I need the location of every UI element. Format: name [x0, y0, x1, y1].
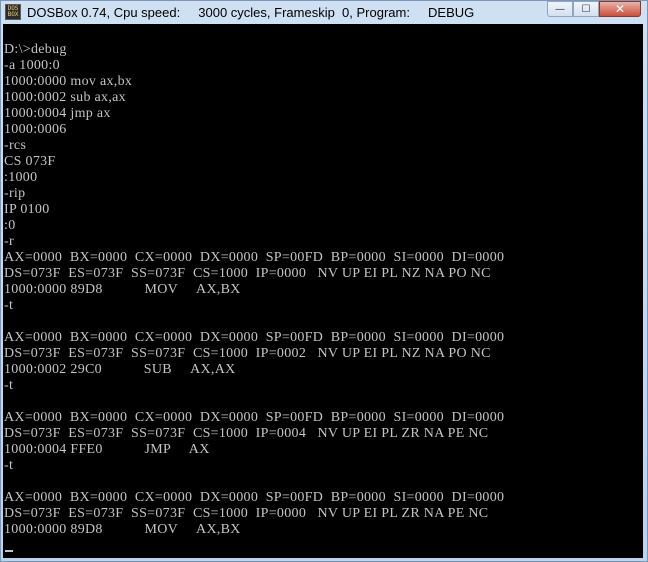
- console-line: DS=073F ES=073F SS=073F CS=1000 IP=0002 …: [4, 346, 491, 361]
- console-line: :0: [4, 218, 16, 233]
- console-line: 1000:0000 89D8 MOV AX,BX: [4, 282, 241, 297]
- title-bar[interactable]: DOS BOX DOSBox 0.74, Cpu speed: 3000 cyc…: [1, 1, 647, 23]
- console-line: 1000:0004 FFE0 JMP AX: [4, 442, 210, 457]
- console-line: 1000:0000 mov ax,bx: [4, 74, 133, 89]
- console-line: D:\>debug: [4, 42, 67, 57]
- console-line: AX=0000 BX=0000 CX=0000 DX=0000 SP=00FD …: [4, 250, 505, 265]
- console-line: 1000:0004 jmp ax: [4, 106, 111, 121]
- console-line: -rcs: [4, 138, 27, 153]
- text-cursor: [5, 550, 13, 552]
- console-line: 1000:0002 29C0 SUB AX,AX: [4, 362, 236, 377]
- console-line: -a 1000:0: [4, 58, 60, 73]
- dos-console[interactable]: D:\>debug -a 1000:0 1000:0000 mov ax,bx …: [3, 24, 643, 558]
- console-line: 1000:0000 89D8 MOV AX,BX: [4, 522, 241, 537]
- console-line: DS=073F ES=073F SS=073F CS=1000 IP=0000 …: [4, 266, 491, 281]
- console-line: 1000:0006: [4, 122, 67, 137]
- console-line: DS=073F ES=073F SS=073F CS=1000 IP=0000 …: [4, 506, 489, 521]
- console-line: -t: [4, 298, 14, 313]
- close-button[interactable]: ✕: [599, 1, 641, 17]
- window-controls: — ☐ ✕: [547, 1, 641, 19]
- console-line: -rip: [4, 186, 26, 201]
- console-line: :1000: [4, 170, 38, 185]
- console-line: 1000:0002 sub ax,ax: [4, 90, 126, 105]
- console-line: -t: [4, 458, 14, 473]
- maximize-button[interactable]: ☐: [573, 1, 599, 17]
- dosbox-window: DOS BOX DOSBox 0.74, Cpu speed: 3000 cyc…: [0, 0, 648, 562]
- dosbox-app-icon[interactable]: DOS BOX: [5, 4, 21, 20]
- minimize-button[interactable]: —: [547, 1, 573, 17]
- console-line: -r: [4, 234, 14, 249]
- console-line: DS=073F ES=073F SS=073F CS=1000 IP=0004 …: [4, 426, 489, 441]
- window-title: DOSBox 0.74, Cpu speed: 3000 cycles, Fra…: [27, 4, 475, 20]
- console-line: AX=0000 BX=0000 CX=0000 DX=0000 SP=00FD …: [4, 410, 505, 425]
- console-line: IP 0100: [4, 202, 50, 217]
- console-line: AX=0000 BX=0000 CX=0000 DX=0000 SP=00FD …: [4, 490, 505, 505]
- console-line: CS 073F: [4, 154, 56, 169]
- console-line: AX=0000 BX=0000 CX=0000 DX=0000 SP=00FD …: [4, 330, 505, 345]
- console-line: -t: [4, 378, 14, 393]
